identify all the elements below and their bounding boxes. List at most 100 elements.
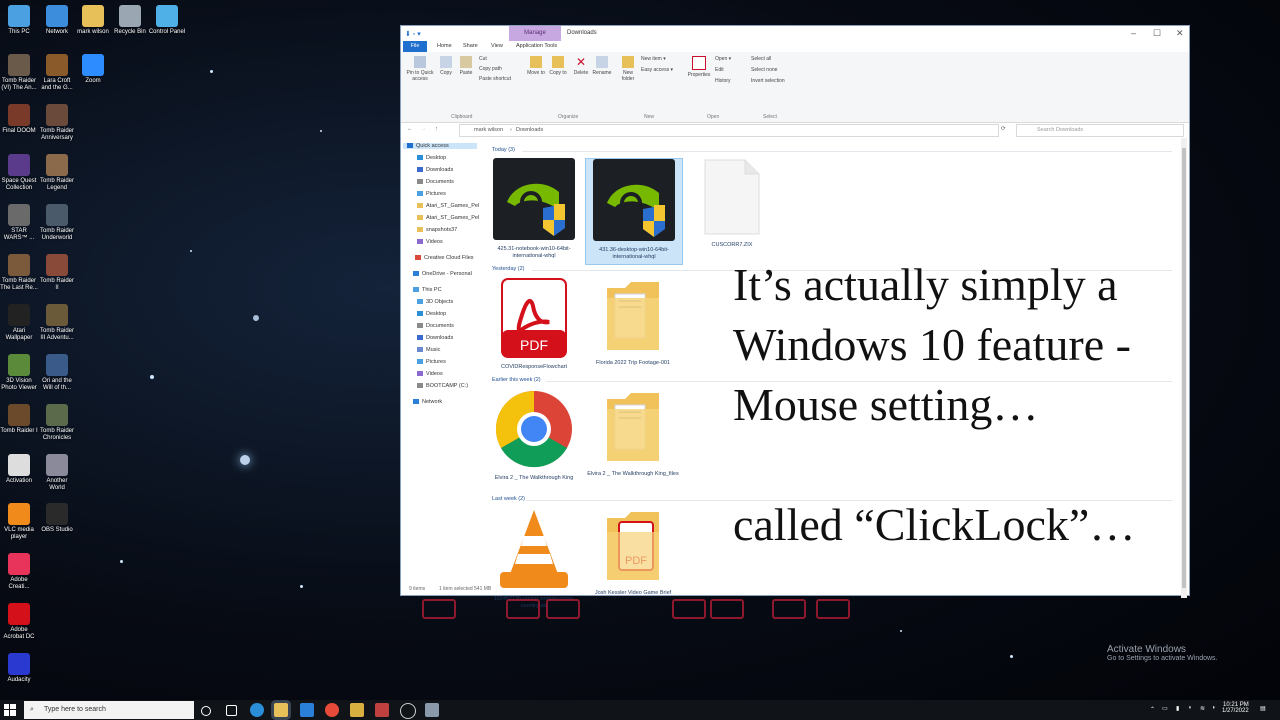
nav-item[interactable]: Desktop — [417, 155, 446, 161]
file-item[interactable]: Elvira 2 _ The Walkthrough King — [486, 389, 582, 485]
cortana-icon[interactable] — [201, 706, 211, 716]
chrome-icon[interactable] — [325, 703, 339, 717]
desktop-icon[interactable]: VLC media player — [0, 503, 38, 541]
desktop-icon[interactable]: OBS Studio — [38, 503, 76, 534]
taskbar-search-input[interactable]: ⌕ Type here to search — [24, 701, 194, 719]
app-icon[interactable] — [425, 703, 439, 717]
desktop-icon[interactable]: Tomb Raider The Last Re... — [0, 254, 38, 292]
copy-to-button[interactable]: Copy to — [547, 56, 569, 76]
cut-button[interactable]: Cut — [479, 56, 487, 62]
desktop-icon[interactable]: Adobe Acrobat DC — [0, 603, 38, 641]
tab-application-tools[interactable]: Application Tools — [516, 43, 557, 49]
desktop-icon[interactable]: Adobe Creati... — [0, 553, 38, 591]
maximize-icon[interactable]: ☐ — [1153, 28, 1161, 39]
nav-item[interactable]: Videos — [417, 371, 443, 377]
desktop-icon[interactable]: Recycle Bin — [111, 5, 149, 36]
nav-item[interactable]: OneDrive - Personal — [413, 271, 472, 277]
notifications-icon[interactable]: ▤ — [1260, 705, 1266, 712]
nav-item[interactable]: Creative Cloud Files — [415, 255, 474, 261]
pin-quick-access-button[interactable]: Pin to Quick access — [403, 56, 437, 82]
desktop-icon[interactable]: Tomb Raider Legend — [38, 154, 76, 192]
tab-home[interactable]: Home — [437, 43, 452, 49]
desktop-icon[interactable]: STAR WARS™ ... — [0, 204, 38, 242]
desktop-icon[interactable]: Atari Wallpaper — [0, 304, 38, 342]
select-none-button[interactable]: Select none — [751, 67, 777, 73]
desktop-icon[interactable]: Tomb Raider II — [38, 254, 76, 292]
nav-item[interactable]: 3D Objects — [417, 299, 453, 305]
file-item[interactable]: PDF COVIDResponseFlowchart — [486, 278, 582, 374]
quick-access-toolbar[interactable]: ⬇ ▫ ▾ — [405, 30, 421, 38]
breadcrumb-item[interactable]: Downloads — [516, 127, 543, 133]
file-item[interactable]: 102457136-young-woman-cross-country-ski — [486, 508, 582, 613]
refresh-icon[interactable]: ⟳ — [1001, 126, 1006, 132]
file-item[interactable]: Florida 2022 Trip Footage-001 — [585, 278, 681, 370]
desktop-icon[interactable]: Zoom — [74, 54, 112, 85]
group-header[interactable]: Earlier this week (2) — [492, 377, 541, 383]
up-icon[interactable]: ↑ — [435, 126, 438, 132]
copy-path-button[interactable]: Copy path — [479, 66, 502, 72]
new-folder-button[interactable]: New folder — [617, 56, 639, 82]
desktop-icon[interactable]: Network — [38, 5, 76, 36]
desktop-icon[interactable]: Tomb Raider Anniversary — [38, 104, 76, 142]
search-input[interactable]: Search Downloads — [1016, 124, 1184, 137]
tab-manage[interactable]: Manage — [509, 26, 561, 41]
nav-item[interactable]: Atari_ST_Games_Pel — [417, 203, 479, 209]
nav-item[interactable]: Documents — [417, 323, 454, 329]
file-item[interactable]: 425.31-notebook-win10-64bit-internationa… — [486, 158, 582, 263]
desktop-icon[interactable]: Final DOOM — [0, 104, 38, 135]
history-button[interactable]: History — [715, 78, 731, 84]
desktop-icon[interactable]: Tomb Raider I — [0, 404, 38, 435]
properties-button[interactable]: Properties — [686, 56, 712, 78]
nav-item[interactable]: This PC — [413, 287, 442, 293]
invert-selection-button[interactable]: Invert selection — [751, 78, 785, 84]
edge-icon[interactable] — [250, 703, 264, 717]
speaker-icon[interactable]: ◗ — [1212, 705, 1216, 711]
network-icon[interactable]: ▭ — [1162, 705, 1168, 712]
nav-item[interactable]: Pictures — [417, 191, 446, 197]
desktop-icon[interactable]: Tomb Raider Chronicles — [38, 404, 76, 442]
usb-icon[interactable]: ▮ — [1176, 705, 1179, 712]
close-icon[interactable]: ✕ — [1176, 28, 1184, 39]
tray-chevron-icon[interactable]: ⌃ — [1150, 706, 1155, 713]
desktop-icon[interactable]: Ori and the Will of th... — [38, 354, 76, 392]
desktop-icon[interactable]: mark wilson — [74, 5, 112, 36]
desktop-icon[interactable]: Another World — [38, 454, 76, 492]
group-header[interactable]: Today (3) — [492, 147, 515, 153]
paste-button[interactable]: Paste — [457, 56, 475, 76]
file-item[interactable]: 431.36-desktop-win10-64bit-international… — [585, 158, 683, 265]
desktop-icon[interactable]: Tomb Raider III Adventu... — [38, 304, 76, 342]
app-icon[interactable] — [375, 703, 389, 717]
group-header[interactable]: Last week (2) — [492, 496, 525, 502]
obs-icon[interactable] — [400, 703, 416, 719]
nav-item[interactable]: Documents — [417, 179, 454, 185]
desktop-icon[interactable]: Audacity — [0, 653, 38, 684]
tab-view[interactable]: View — [491, 43, 503, 49]
desktop-icon[interactable]: This PC — [0, 5, 38, 36]
rename-button[interactable]: Rename — [591, 56, 613, 76]
copy-button[interactable]: Copy — [437, 56, 455, 76]
breadcrumb-item[interactable]: mark wilson — [474, 127, 503, 133]
desktop-icon[interactable]: Lara Croft and the G... — [38, 54, 76, 92]
tab-file[interactable]: File — [403, 41, 427, 52]
desktop-icon[interactable]: Space Quest Collection — [0, 154, 38, 192]
desktop-icon[interactable]: Tomb Raider Underworld — [38, 204, 76, 242]
minimize-icon[interactable]: – — [1131, 28, 1136, 38]
back-icon[interactable]: ← — [407, 126, 413, 132]
desktop-icon[interactable]: Control Panel — [148, 5, 186, 36]
task-view-icon[interactable] — [226, 705, 237, 716]
windows-start-icon[interactable] — [4, 704, 16, 716]
wifi-icon[interactable]: ≋ — [1200, 705, 1205, 712]
nav-item[interactable]: snapshots37 — [417, 227, 457, 233]
move-to-button[interactable]: Move to — [525, 56, 547, 76]
nav-item[interactable]: Network — [413, 399, 442, 405]
nav-item[interactable]: Desktop — [417, 311, 446, 317]
tab-share[interactable]: Share — [463, 43, 478, 49]
address-bar[interactable]: mark wilson › Downloads — [459, 124, 999, 137]
paste-shortcut-button[interactable]: Paste shortcut — [479, 76, 511, 82]
nav-item[interactable]: Downloads — [417, 167, 453, 173]
open-button[interactable]: Open ▾ — [715, 56, 731, 62]
clock[interactable]: 10:21 PM 1/27/2022 — [1222, 702, 1249, 714]
nav-item[interactable]: Atari_ST_Games_Pel — [417, 215, 479, 221]
group-header[interactable]: Yesterday (2) — [492, 266, 525, 272]
scrollbar[interactable] — [1181, 138, 1187, 598]
